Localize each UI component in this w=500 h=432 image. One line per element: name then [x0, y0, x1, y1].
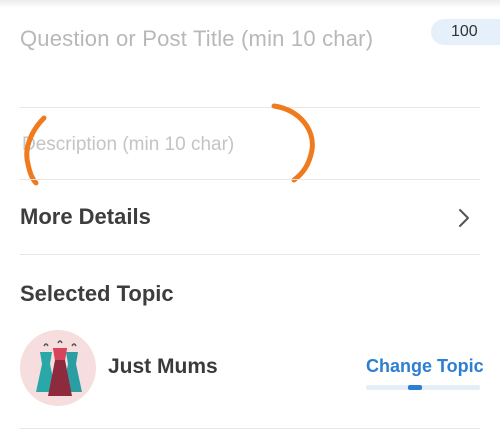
more-details-label[interactable]: More Details: [20, 204, 151, 230]
title-char-counter: 100: [431, 19, 500, 45]
divider: [20, 179, 480, 180]
divider: [20, 107, 480, 108]
post-title-input[interactable]: Question or Post Title (min 10 char): [20, 22, 400, 56]
description-input[interactable]: Description (min 10 char): [22, 132, 234, 158]
create-post-screen: Question or Post Title (min 10 char) 100…: [0, 0, 500, 432]
change-topic-underline: [366, 385, 480, 390]
dresses-icon: [36, 340, 82, 396]
topic-name: Just Mums: [108, 355, 218, 378]
top-shadow: [0, 0, 500, 8]
change-topic-button[interactable]: Change Topic: [366, 356, 484, 377]
selected-topic-heading: Selected Topic: [20, 281, 174, 306]
indicator-dot: [408, 385, 422, 390]
divider: [20, 254, 480, 255]
chevron-right-icon[interactable]: [454, 206, 474, 230]
topic-avatar: [20, 330, 96, 406]
divider: [20, 428, 480, 429]
